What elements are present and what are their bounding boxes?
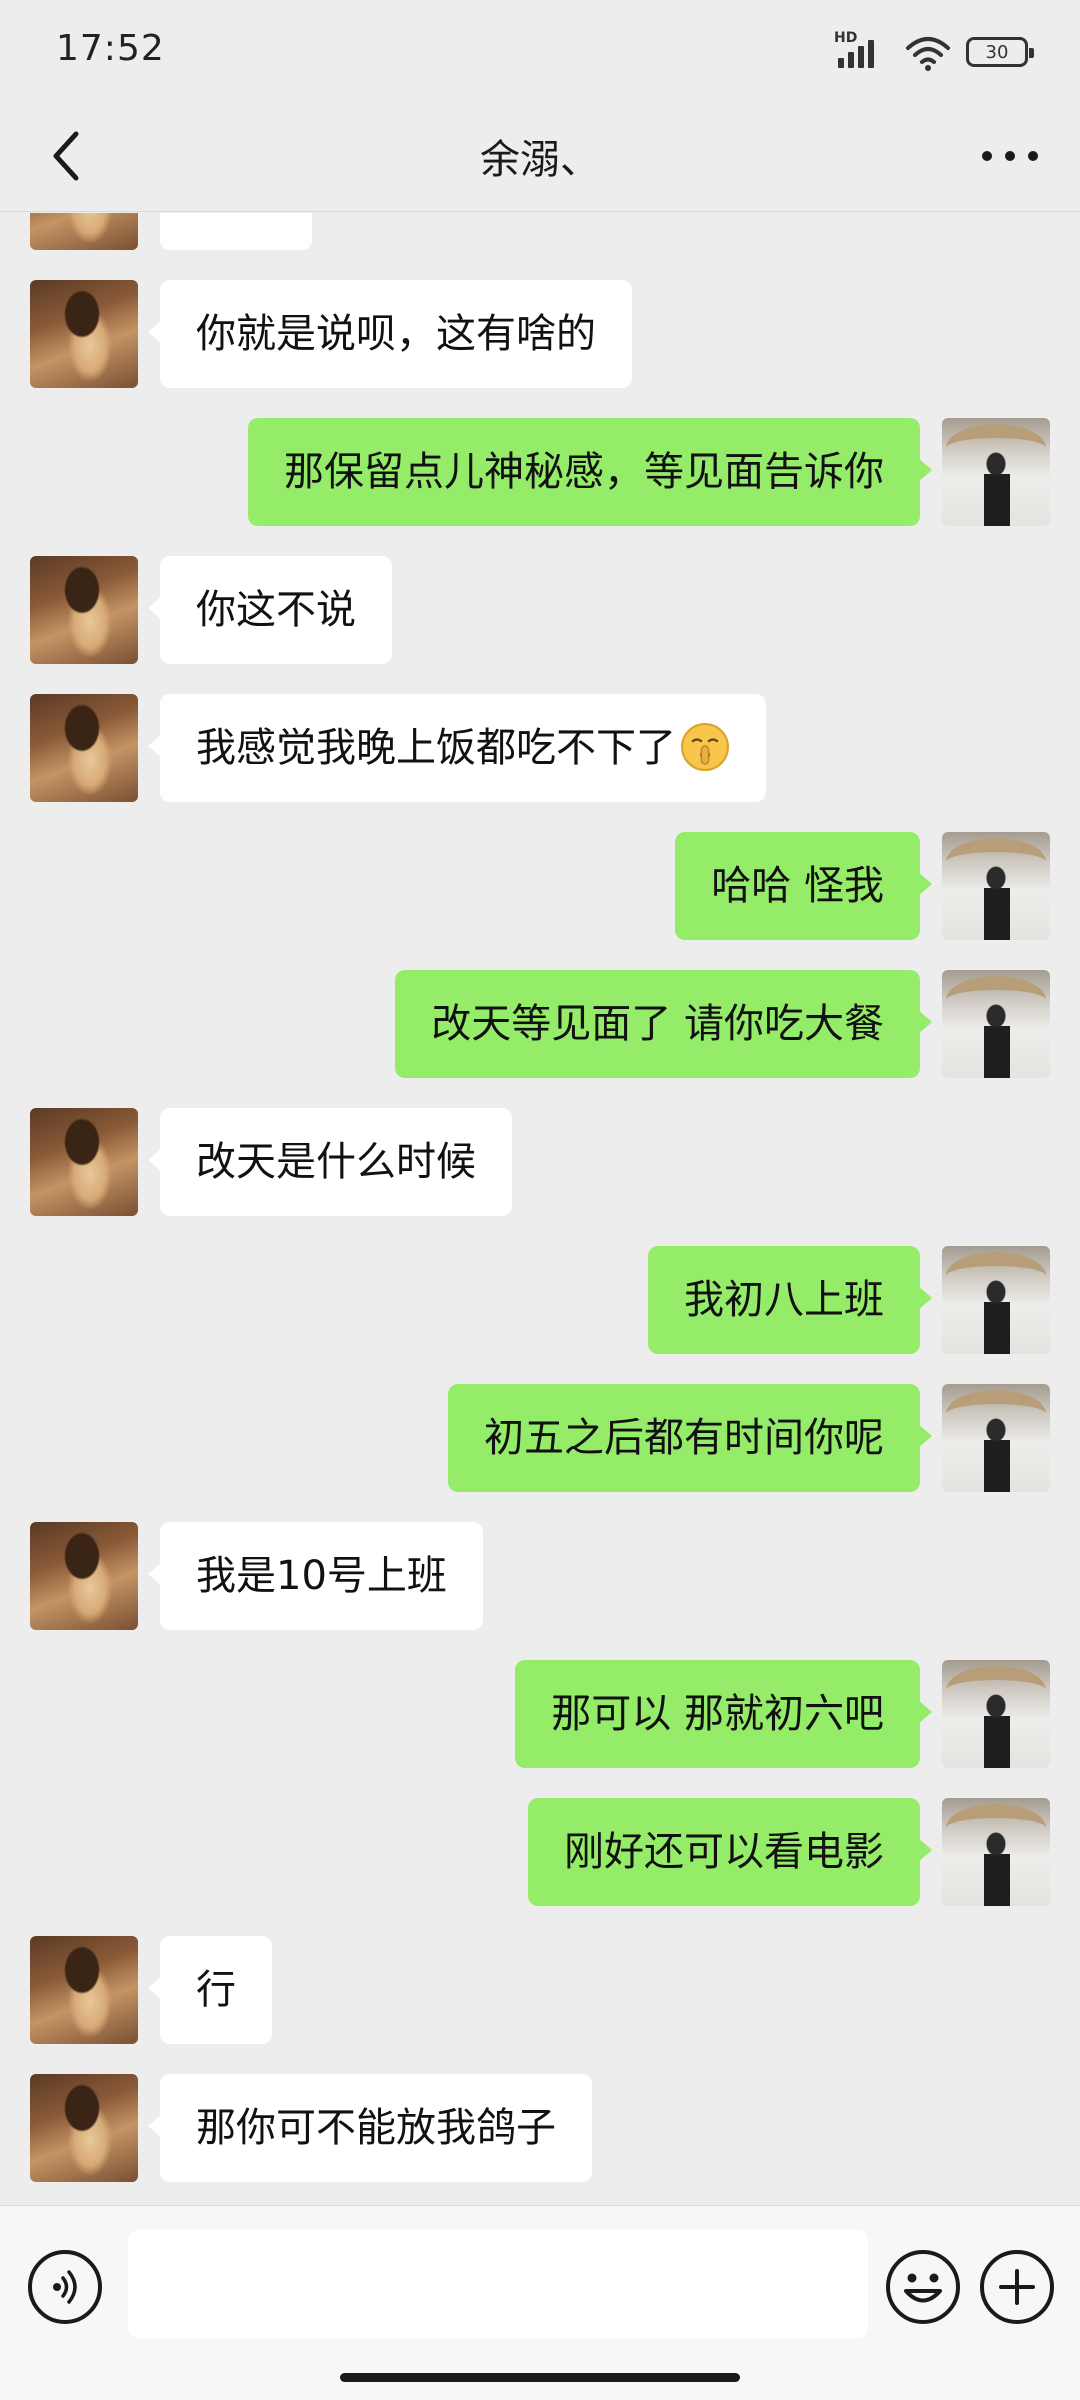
message-bubble[interactable]: 初五之后都有时间你呢 [448,1384,932,1492]
message-bubble[interactable]: 你就是说呗，这有啥的 [148,280,632,388]
status-time: 17:52 [56,28,165,69]
more-options-button[interactable] [970,120,1050,192]
input-bar [0,2205,1080,2355]
message-bubble[interactable]: 那你可不能放我鸽子 [148,2074,592,2182]
outgoing-message: 那保留点儿神秘感，等见面告诉你 [0,418,1080,526]
status-icons: HD 30 [834,30,1034,74]
incoming-message: 行 [0,1936,1080,2044]
outgoing-message: 改天等见面了 请你吃大餐 [0,970,1080,1078]
incoming-message: 那你可不能放我鸽子 [0,2074,1080,2182]
more-functions-button[interactable] [980,2250,1054,2324]
message-text: 那保留点儿神秘感，等见面告诉你 [284,449,884,495]
chat-title: 余溺、 [480,137,600,183]
incoming-message: 你这不说 [0,556,1080,664]
message-text: 哈哈 怪我 [711,863,884,909]
message-bubble[interactable]: 改天是什么时候 [148,1108,512,1216]
voice-input-button[interactable] [28,2250,102,2324]
outgoing-message: 初五之后都有时间你呢 [0,1384,1080,1492]
message-bubble[interactable]: 那保留点儿神秘感，等见面告诉你 [248,418,932,526]
shushing-face-emoji [681,723,729,771]
incoming-message: 我是10号上班 [0,1522,1080,1630]
message-input[interactable] [128,2230,868,2338]
message-text: 我是10号上班 [196,1553,447,1599]
status-bar: 17:52 HD 30 [0,0,1080,100]
contact-avatar[interactable] [30,1936,138,2044]
message-text: 你就是说呗，这有啥的 [196,311,596,357]
message-text: 行 [196,1967,236,2013]
message-bubble[interactable]: 我是10号上班 [148,1522,483,1630]
message-text: 初五之后都有时间你呢 [484,1415,884,1461]
incoming-message: 我感觉我晚上饭都吃不下了 [0,694,1080,802]
outgoing-message: 刚好还可以看电影 [0,1798,1080,1906]
message-text: 那可以 那就初六吧 [551,1691,884,1737]
emoji-icon [904,2273,942,2303]
message-text: 刚好还可以看电影 [564,1829,884,1875]
plus-icon [999,2269,1035,2305]
message-text: 我感觉我晚上饭都吃不下了 [196,725,676,771]
wifi-icon [906,37,950,71]
message-bubble[interactable]: 我初八上班 [648,1246,932,1354]
chevron-left-icon [53,131,79,181]
contact-avatar[interactable] [30,694,138,802]
battery-icon: 30 [966,37,1034,67]
home-indicator[interactable] [340,2373,740,2382]
incoming-message: 不猜 [0,213,1080,250]
chat-message-list-inner: 不猜你就是说呗，这有啥的那保留点儿神秘感，等见面告诉你你这不说我感觉我晚上饭都吃… [0,213,1080,2205]
outgoing-message: 我初八上班 [0,1246,1080,1354]
back-button[interactable] [30,120,102,192]
emoji-button[interactable] [886,2250,960,2324]
contact-avatar[interactable] [30,213,138,250]
message-bubble[interactable]: 刚好还可以看电影 [528,1798,932,1906]
battery-level: 30 [985,41,1009,63]
message-text: 你这不说 [196,587,356,633]
my-avatar[interactable] [942,1798,1050,1906]
contact-avatar[interactable] [30,280,138,388]
message-bubble[interactable]: 你这不说 [148,556,392,664]
my-avatar[interactable] [942,1660,1050,1768]
my-avatar[interactable] [942,418,1050,526]
outgoing-message: 哈哈 怪我 [0,832,1080,940]
contact-avatar[interactable] [30,1108,138,1216]
cellular-signal-icon: HD [834,30,890,72]
message-bubble[interactable]: 行 [148,1936,272,2044]
message-bubble[interactable]: 哈哈 怪我 [675,832,932,940]
contact-avatar[interactable] [30,2074,138,2182]
message-bubble[interactable]: 那可以 那就初六吧 [515,1660,932,1768]
message-text: 改天等见面了 请你吃大餐 [431,1001,884,1047]
more-dots-icon [982,151,1038,161]
message-text: 改天是什么时候 [196,1139,476,1185]
incoming-message: 你就是说呗，这有啥的 [0,280,1080,388]
message-text: 我初八上班 [684,1277,884,1323]
message-bubble[interactable]: 改天等见面了 请你吃大餐 [395,970,932,1078]
chat-header: 余溺、 [0,100,1080,212]
my-avatar[interactable] [942,832,1050,940]
message-bubble[interactable]: 不猜 [160,213,312,250]
message-text: 不猜 [196,213,276,219]
my-avatar[interactable] [942,1246,1050,1354]
system-gesture-bar [0,2355,1080,2400]
contact-avatar[interactable] [30,556,138,664]
outgoing-message: 那可以 那就初六吧 [0,1660,1080,1768]
contact-avatar[interactable] [30,1522,138,1630]
voice-icon [53,2270,77,2304]
my-avatar[interactable] [942,970,1050,1078]
chat-message-list[interactable]: 不猜你就是说呗，这有啥的那保留点儿神秘感，等见面告诉你你这不说我感觉我晚上饭都吃… [0,213,1080,2205]
incoming-message: 改天是什么时候 [0,1108,1080,1216]
message-text: 那你可不能放我鸽子 [196,2105,556,2151]
message-bubble[interactable]: 我感觉我晚上饭都吃不下了 [148,694,766,802]
my-avatar[interactable] [942,1384,1050,1492]
